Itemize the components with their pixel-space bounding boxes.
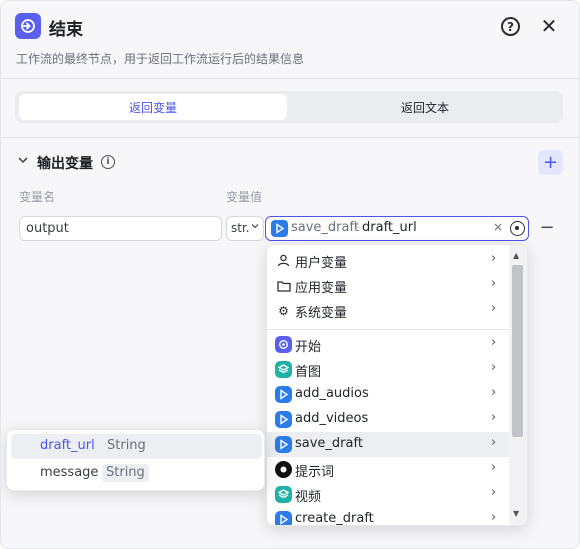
end-node-icon [15, 13, 41, 39]
chevron-down-icon[interactable] [17, 154, 29, 169]
dropdown-item-label: 提示词 [295, 465, 335, 480]
reference-node-name: save_draft [291, 220, 359, 235]
output-section-title: 输出变量 [37, 156, 93, 172]
return-mode-tabs: 返回变量 返回文本 [15, 91, 563, 123]
chevron-right-icon: › [491, 385, 497, 400]
plugin-icon [275, 386, 292, 403]
user-icon [275, 252, 292, 269]
target-icon[interactable] [510, 221, 525, 236]
clear-icon[interactable]: × [493, 220, 503, 234]
add-variable-button[interactable]: + [538, 150, 563, 175]
variable-value-reference[interactable]: save_draft - draft_url × [265, 216, 529, 241]
dropdown-divider [267, 329, 509, 330]
dropdown-item-video[interactable]: 视频 › [267, 482, 509, 507]
field-item-draft-url[interactable]: draft_url String [11, 434, 262, 459]
column-header-name: 变量名 [19, 190, 56, 204]
gear-icon: ⚙ [278, 303, 289, 318]
chevron-right-icon: › [491, 276, 497, 291]
plugin-icon [275, 511, 292, 525]
dropdown-item-label: 开始 [295, 340, 322, 355]
reference-field-name: draft_url [362, 220, 417, 235]
dropdown-item-add-videos[interactable]: add_videos › [267, 407, 509, 432]
dropdown-item-add-audios[interactable]: add_audios › [267, 382, 509, 407]
dropdown-item-save-draft[interactable]: save_draft › [267, 432, 509, 457]
field-type-badge: String [102, 464, 149, 482]
dropdown-item-label: 用户变量 [295, 256, 348, 271]
scroll-up-icon[interactable]: ▲ [513, 251, 519, 260]
panel-header: 结束 ? ✕ 工作流的最终节点，用于返回工作流运行后的结果信息 [1, 1, 579, 79]
chevron-right-icon: › [491, 460, 497, 475]
dropdown-item-user-variables[interactable]: 用户变量 › [267, 248, 509, 273]
chevron-right-icon: › [491, 251, 497, 266]
folder-icon [275, 277, 292, 294]
dropdown-item-label: 首图 [295, 365, 322, 380]
dropdown-item-label: add_videos [295, 411, 369, 426]
dropdown-item-label: create_draft [295, 511, 374, 526]
llm-icon [275, 461, 292, 478]
dropdown-item-start[interactable]: 开始 › [267, 332, 509, 357]
remove-variable-button[interactable]: − [539, 217, 555, 239]
reference-separator: - [356, 220, 360, 233]
dropdown-item-label: 系统变量 [295, 306, 348, 321]
plugin-icon [275, 411, 292, 428]
column-header-value: 变量值 [226, 190, 263, 204]
dropdown-item-create-draft[interactable]: create_draft › [267, 507, 509, 526]
dropdown-item-system-variables[interactable]: ⚙ 系统变量 › [267, 298, 509, 323]
dropdown-item-cover-image[interactable]: 首图 › [267, 357, 509, 382]
help-icon[interactable]: ? [501, 17, 520, 36]
dropdown-item-label: add_audios [295, 386, 369, 401]
plugin-icon [271, 220, 288, 237]
chevron-right-icon: › [491, 485, 497, 500]
dropdown-item-label: save_draft [295, 436, 363, 451]
info-icon[interactable]: i [101, 155, 115, 169]
close-icon[interactable]: ✕ [539, 16, 559, 36]
dropdown-item-app-variables[interactable]: 应用变量 › [267, 273, 509, 298]
chevron-right-icon: › [491, 301, 497, 316]
chevron-right-icon: › [491, 510, 497, 525]
tab-return-variables[interactable]: 返回变量 [19, 94, 287, 120]
chevron-down-icon [250, 216, 260, 241]
output-fields-popup: draft_url String message String [6, 429, 265, 491]
scroll-down-icon[interactable]: ▼ [513, 509, 519, 518]
chevron-right-icon: › [491, 435, 497, 450]
dropdown-item-label: 视频 [295, 490, 322, 505]
start-node-icon [275, 336, 292, 353]
page-title: 结束 [49, 20, 83, 40]
end-node-panel: 结束 ? ✕ 工作流的最终节点，用于返回工作流运行后的结果信息 返回变量 返回文… [0, 0, 580, 549]
section-divider [1, 137, 579, 138]
field-name: message [40, 465, 99, 480]
plugin-icon [275, 436, 292, 453]
chevron-right-icon: › [491, 335, 497, 350]
chevron-right-icon: › [491, 360, 497, 375]
variable-name-input[interactable]: output [19, 216, 222, 241]
tab-return-text[interactable]: 返回文本 [291, 94, 559, 120]
layers-icon [275, 361, 292, 378]
node-description: 工作流的最终节点，用于返回工作流运行后的结果信息 [16, 52, 305, 66]
scrollbar-thumb[interactable] [512, 265, 523, 437]
field-type-badge: String [103, 437, 150, 455]
chevron-right-icon: › [491, 410, 497, 425]
dropdown-item-prompt[interactable]: 提示词 › [267, 457, 509, 482]
layers-icon [275, 486, 292, 503]
dropdown-item-label: 应用变量 [295, 281, 348, 296]
variable-source-dropdown: 用户变量 › 应用变量 › ⚙ 系统变量 › 开始 › 首图 › add_aud… [266, 244, 528, 526]
field-item-message[interactable]: message String [11, 461, 262, 486]
field-name: draft_url [40, 438, 95, 453]
